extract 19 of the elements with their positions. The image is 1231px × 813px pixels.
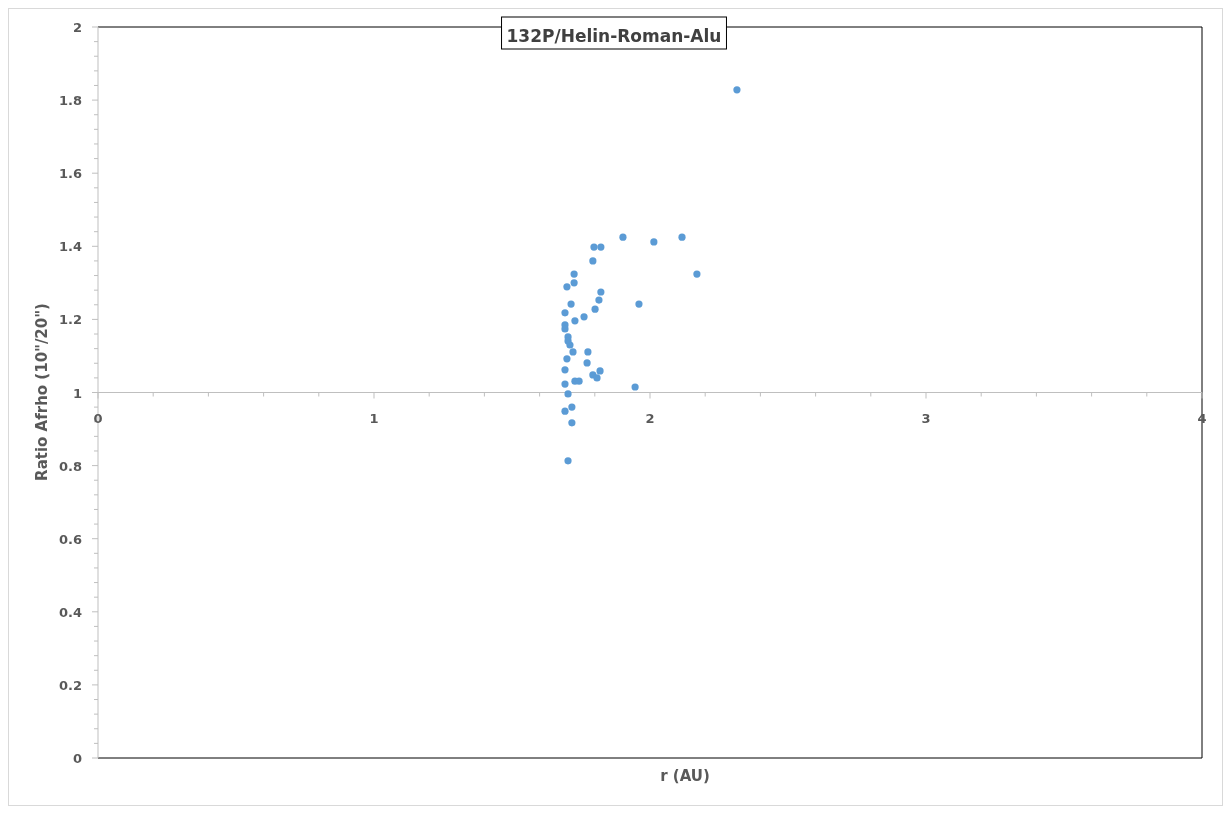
chart-title: 132P/Helin-Roman-Alu [506, 26, 722, 46]
axis-tick-label: 0.8 [58, 458, 82, 474]
axis-tick-label: 0 [72, 751, 82, 766]
axis-tick-label: 2 [72, 20, 82, 35]
axis-tick-label: 0.2 [58, 677, 82, 693]
axis-tick-label: 3 [921, 410, 931, 426]
axis-tick-label: 0.6 [58, 531, 82, 547]
x-axis-title: r (AU) [660, 767, 710, 785]
axis-tick-label: 1.2 [58, 312, 82, 328]
axis-tick-label: 1 [369, 410, 379, 426]
axis-tick-label: 0.4 [58, 604, 82, 620]
chart-title: 132P/Helin-Roman-Alu [501, 16, 727, 50]
axis-tick-label: 2 [645, 410, 655, 426]
axis-tick-label: 1 [72, 385, 82, 401]
axis-tick-label: 1.6 [58, 166, 82, 182]
y-axis-title: Ratio Afrho (10"/20") [33, 303, 51, 481]
axis-tick-label: 1.8 [58, 93, 82, 109]
axis-tick-label: 0 [93, 410, 103, 426]
axis-tick-label: 1.4 [58, 239, 82, 255]
